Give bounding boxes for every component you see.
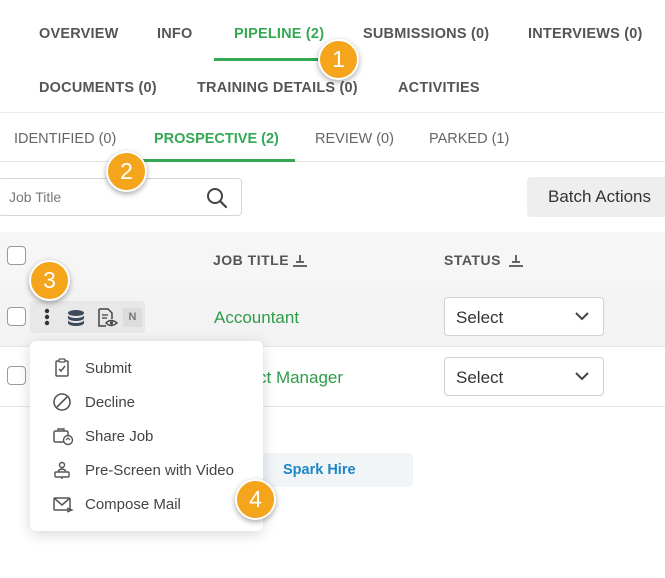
- sub-tabs: IDENTIFIED (0) PROSPECTIVE (2) REVIEW (0…: [0, 112, 665, 162]
- callout-marker: 4: [235, 479, 276, 520]
- chevron-down-icon: [575, 312, 589, 321]
- menu-item-label: Submit: [85, 360, 132, 377]
- active-tab-indicator: [214, 58, 324, 61]
- sort-icon[interactable]: [292, 254, 308, 268]
- job-title-link[interactable]: Accountant: [214, 308, 299, 328]
- spark-hire-button[interactable]: Spark Hire: [263, 453, 413, 487]
- share-job-icon: [53, 428, 74, 446]
- tab-submissions[interactable]: SUBMISSIONS (0): [363, 26, 489, 42]
- status-value: Select: [456, 308, 504, 327]
- column-header-status[interactable]: STATUS: [444, 252, 501, 268]
- menu-item-label: Pre-Screen with Video: [85, 462, 234, 479]
- callout-marker: 2: [106, 151, 147, 192]
- job-title-link[interactable]: ct Manager: [258, 368, 343, 388]
- search-input[interactable]: [9, 187, 199, 207]
- menu-item-label: Decline: [85, 394, 136, 411]
- row-checkbox[interactable]: [7, 366, 26, 385]
- menu-item-submit[interactable]: Submit: [30, 353, 263, 383]
- status-select[interactable]: Select: [444, 357, 604, 396]
- database-icon[interactable]: [66, 309, 86, 329]
- table-header: JOB TITLE STATUS: [0, 232, 665, 287]
- tab-activities[interactable]: ACTIVITIES: [398, 80, 480, 96]
- tab-overview[interactable]: OVERVIEW: [39, 26, 119, 42]
- callout-marker: 3: [29, 260, 70, 301]
- row-actions: N: [30, 301, 145, 333]
- menu-item-compose-mail[interactable]: Compose Mail: [30, 489, 263, 519]
- row-actions-menu: Submit Decline Share Job Pre-Screen with…: [30, 341, 263, 531]
- select-all-checkbox[interactable]: [7, 246, 26, 265]
- sort-icon[interactable]: [508, 254, 524, 268]
- status-value: Select: [456, 368, 504, 387]
- search-icon[interactable]: [205, 186, 229, 210]
- status-select[interactable]: Select: [444, 297, 604, 336]
- batch-actions-button[interactable]: Batch Actions: [527, 177, 665, 217]
- tab-pipeline[interactable]: PIPELINE (2): [234, 26, 324, 42]
- submit-icon: [55, 358, 69, 377]
- column-header-job-title[interactable]: JOB TITLE: [213, 252, 289, 268]
- menu-item-pre-screen[interactable]: Pre-Screen with Video: [30, 455, 263, 485]
- subtab-review[interactable]: REVIEW (0): [315, 131, 394, 147]
- subtab-identified[interactable]: IDENTIFIED (0): [14, 131, 116, 147]
- tab-training-details[interactable]: TRAINING DETAILS (0): [197, 80, 358, 96]
- menu-item-share-job[interactable]: Share Job: [30, 421, 263, 451]
- chevron-down-icon: [575, 372, 589, 381]
- video-prescreen-icon: [54, 461, 70, 479]
- tab-documents[interactable]: DOCUMENTS (0): [39, 80, 157, 96]
- tab-info[interactable]: INFO: [157, 26, 192, 42]
- table-row: N Accountant Select: [0, 287, 665, 347]
- more-options-icon[interactable]: [44, 307, 50, 327]
- n-badge: N: [123, 308, 142, 327]
- row-checkbox[interactable]: [7, 307, 26, 326]
- decline-icon: [53, 393, 71, 411]
- menu-item-decline[interactable]: Decline: [30, 387, 263, 417]
- compose-mail-icon: [53, 497, 74, 513]
- tab-interviews[interactable]: INTERVIEWS (0): [528, 26, 643, 42]
- menu-item-label: Compose Mail: [85, 496, 181, 513]
- subtab-prospective[interactable]: PROSPECTIVE (2): [154, 131, 279, 147]
- subtab-parked[interactable]: PARKED (1): [429, 131, 509, 147]
- menu-item-label: Share Job: [85, 428, 154, 445]
- callout-marker: 1: [318, 39, 359, 80]
- active-subtab-indicator: [134, 159, 295, 162]
- view-document-icon[interactable]: [96, 307, 118, 329]
